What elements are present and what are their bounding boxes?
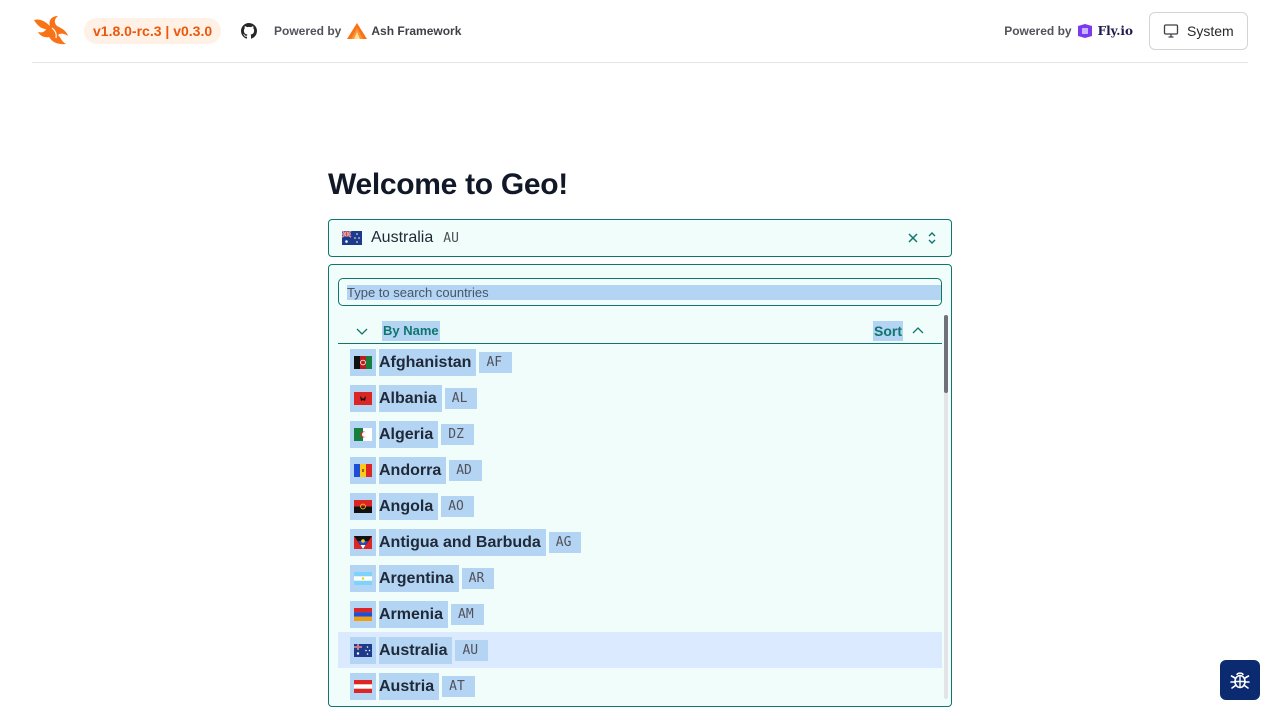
country-name: Algeria xyxy=(379,420,439,448)
scrollbar-thumb[interactable] xyxy=(944,315,948,393)
chevron-up-icon[interactable] xyxy=(911,324,925,338)
country-code: AF xyxy=(479,351,513,373)
powered-by-ash[interactable]: Powered by Ash Framework xyxy=(274,23,461,39)
powered-by-label: Powered by xyxy=(1004,24,1072,38)
powered-by-label: Powered by xyxy=(274,24,342,38)
country-select[interactable]: Australia AU xyxy=(328,219,952,257)
group-label: By Name xyxy=(382,321,440,341)
country-dropdown: By Name Sort Afghanistan AF xyxy=(328,264,952,707)
powered-by-fly[interactable]: Powered by Fly.io xyxy=(1004,23,1133,39)
monitor-icon xyxy=(1163,24,1179,38)
list-item[interactable]: Austria AT xyxy=(338,668,942,704)
andorra-flag-icon xyxy=(354,463,372,477)
list-item[interactable]: Armenia AM xyxy=(338,596,942,632)
ash-framework-label: Ash Framework xyxy=(371,24,462,38)
list-item[interactable]: Antigua and Barbuda AG xyxy=(338,524,942,560)
country-name: Afghanistan xyxy=(379,348,477,376)
chevron-up-down-icon[interactable] xyxy=(925,231,939,245)
list-item[interactable]: Argentina AR xyxy=(338,560,942,596)
system-label: System xyxy=(1187,23,1234,39)
angola-flag-icon xyxy=(354,499,372,513)
phoenix-logo-icon[interactable] xyxy=(32,14,70,46)
version-badge: v1.8.0-rc.3 | v0.3.0 xyxy=(84,18,222,44)
list-item[interactable]: Australia AU xyxy=(338,632,942,668)
search-input[interactable] xyxy=(338,278,942,306)
group-header: By Name Sort xyxy=(338,318,942,344)
top-header: v1.8.0-rc.3 | v0.3.0 Powered by Ash Fram… xyxy=(32,0,1248,63)
country-code: AR xyxy=(461,567,495,589)
list-item[interactable]: Afghanistan AF xyxy=(338,344,942,380)
antigua-and-barbuda-flag-icon xyxy=(354,535,372,549)
argentina-flag-icon xyxy=(354,571,372,585)
list-item[interactable]: Albania AL xyxy=(338,380,942,416)
list-item[interactable]: Algeria DZ xyxy=(338,416,942,452)
country-name: Armenia xyxy=(379,600,449,628)
country-name: Austria xyxy=(379,672,440,700)
country-code: AU xyxy=(455,639,489,661)
australia-flag-icon xyxy=(342,231,362,245)
australia-flag-icon xyxy=(354,643,372,657)
country-code: AL xyxy=(444,387,478,409)
clear-icon[interactable] xyxy=(906,231,920,245)
country-name: Argentina xyxy=(379,564,459,592)
country-name: Angola xyxy=(379,492,439,520)
country-list: Afghanistan AF Albania AL Algeria DZ And… xyxy=(338,344,942,704)
country-name: Albania xyxy=(379,384,442,412)
country-code: AO xyxy=(441,495,474,517)
ash-logo-icon xyxy=(347,23,368,39)
country-name: Australia xyxy=(379,636,453,664)
selected-country-name: Australia xyxy=(371,229,434,246)
list-item[interactable]: Angola AO xyxy=(338,488,942,524)
country-code: AM xyxy=(451,603,484,625)
country-code: AT xyxy=(442,675,475,697)
country-code: AD xyxy=(449,459,482,481)
chevron-down-icon[interactable] xyxy=(355,324,369,338)
fly-logo-icon xyxy=(1077,24,1092,38)
selected-country-code: AU xyxy=(443,230,459,246)
algeria-flag-icon xyxy=(354,427,372,441)
albania-flag-icon xyxy=(354,391,372,405)
armenia-flag-icon xyxy=(354,607,372,621)
list-item[interactable]: Andorra AD xyxy=(338,452,942,488)
country-name: Andorra xyxy=(379,456,447,484)
afghanistan-flag-icon xyxy=(354,355,372,369)
austria-flag-icon xyxy=(354,679,372,693)
country-code: DZ xyxy=(441,423,474,445)
debug-button[interactable] xyxy=(1220,660,1260,700)
sort-button[interactable]: Sort xyxy=(873,321,903,341)
github-icon[interactable] xyxy=(241,23,257,39)
fly-io-label: Fly.io xyxy=(1097,24,1133,38)
bug-icon xyxy=(1230,672,1250,689)
country-code: AG xyxy=(548,531,582,553)
theme-system-button[interactable]: System xyxy=(1149,12,1248,50)
page-title: Welcome to Geo! xyxy=(328,168,568,201)
country-name: Antigua and Barbuda xyxy=(379,528,546,556)
